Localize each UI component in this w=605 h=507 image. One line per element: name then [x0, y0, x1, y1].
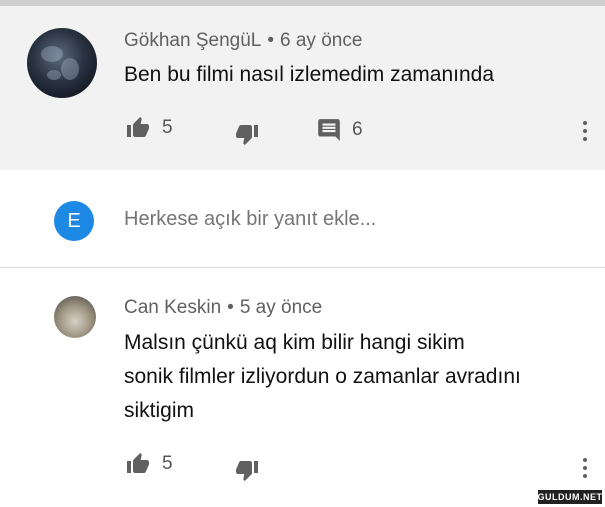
- thumb-down-icon: [236, 125, 258, 145]
- thumb-up-icon: [127, 117, 149, 137]
- comment-author[interactable]: Can Keskin: [124, 297, 221, 318]
- comment-text: Ben bu filmi nasıl izlemedim zamanında: [124, 63, 495, 86]
- user-avatar[interactable]: E: [54, 201, 94, 241]
- comment-meta: Can Keskin • 5 ay önce: [124, 297, 322, 319]
- reply-icon: [318, 119, 340, 141]
- like-count: 5: [162, 117, 173, 138]
- comment-text-line: Malsın çünkü aq kim bilir hangi sikim: [124, 331, 465, 354]
- avatar[interactable]: [27, 28, 97, 98]
- like-button[interactable]: 5: [124, 452, 173, 476]
- thumb-down-icon: [236, 461, 258, 481]
- reply-input[interactable]: [124, 208, 389, 231]
- comment-text: Malsın çünkü aq kim bilir hangi sikim so…: [124, 326, 521, 428]
- thumb-up-icon: [127, 453, 149, 473]
- comment-time[interactable]: 6 ay önce: [280, 30, 362, 51]
- reply-count: 6: [352, 119, 363, 140]
- reply-button[interactable]: 6: [316, 117, 363, 143]
- meta-separator: •: [267, 30, 274, 51]
- comment-text-line: sonik filmler izliyordun o zamanlar avra…: [124, 365, 521, 388]
- comment-time[interactable]: 5 ay önce: [240, 297, 322, 318]
- more-vert-icon[interactable]: [582, 458, 588, 478]
- site-watermark: GULDUM.NET: [537, 490, 603, 504]
- dislike-button[interactable]: [233, 122, 261, 146]
- meta-separator: •: [227, 297, 234, 318]
- more-vert-icon[interactable]: [582, 121, 588, 141]
- like-button[interactable]: 5: [124, 116, 173, 140]
- like-count: 5: [162, 453, 173, 474]
- comment-author[interactable]: Gökhan ŞengüL: [124, 30, 261, 51]
- avatar[interactable]: [54, 296, 96, 338]
- dislike-button[interactable]: [233, 458, 261, 482]
- comment-meta: Gökhan ŞengüL • 6 ay önce: [124, 30, 362, 52]
- comment-text-line: siktigim: [124, 399, 195, 422]
- comment-item: Gökhan ŞengüL • 6 ay önce Ben bu filmi nas…: [0, 6, 605, 170]
- reply-composer: E: [0, 170, 605, 268]
